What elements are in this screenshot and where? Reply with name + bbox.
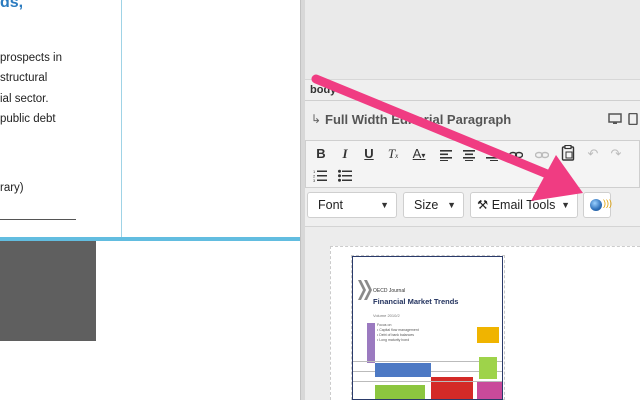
- cover-block: [477, 327, 499, 343]
- source-area[interactable]: [305, 0, 640, 80]
- section-title: Full Width Editorial Paragraph: [325, 112, 512, 127]
- paste-icon[interactable]: [561, 144, 575, 166]
- cover-block: [367, 323, 375, 363]
- cover-block: [477, 381, 502, 399]
- globe-icon: [590, 199, 602, 211]
- bulleted-list-icon[interactable]: [338, 169, 352, 187]
- chevron-down-icon: ▼: [447, 200, 456, 210]
- tools-icon: ⚒: [477, 198, 489, 212]
- align-right-icon[interactable]: [486, 148, 498, 166]
- cover-kicker: OECD Journal: [373, 288, 406, 294]
- cover-block: [375, 385, 425, 399]
- numbered-list-icon[interactable]: 123: [313, 169, 327, 187]
- link-icon[interactable]: [508, 148, 524, 166]
- email-tools-label: Email Tools: [491, 198, 556, 212]
- chevron-down-icon: ▼: [380, 200, 389, 210]
- unlink-icon[interactable]: [534, 148, 550, 166]
- preview-line: structural: [0, 72, 48, 84]
- oecd-chevron-logo: [358, 280, 372, 300]
- font-color-icon[interactable]: A▾: [407, 145, 431, 165]
- signal-icon: ))): [603, 198, 612, 208]
- journal-cover-image[interactable]: OECD Journal Financial Market Trends Vol…: [352, 256, 503, 400]
- italic-icon[interactable]: I: [336, 145, 354, 163]
- image-placeholder: [0, 241, 96, 341]
- size-dropdown[interactable]: Size ▼: [403, 192, 464, 218]
- preview-title: ds,: [0, 0, 24, 11]
- align-left-icon[interactable]: [440, 148, 452, 166]
- preview-line: rary): [0, 182, 24, 194]
- cover-block: [375, 363, 431, 377]
- preview-line: public debt: [0, 113, 56, 125]
- bold-icon[interactable]: B: [312, 145, 330, 163]
- chevron-down-icon: ▼: [561, 200, 570, 210]
- svg-text:3: 3: [313, 178, 316, 182]
- cover-focus-list: Focus on • Capital flow management • Deb…: [377, 323, 419, 343]
- cover-volume: Volume 2010/2: [373, 313, 400, 318]
- underline-icon[interactable]: U: [360, 145, 378, 163]
- email-tools-dropdown[interactable]: ⚒ Email Tools ▼: [470, 192, 578, 218]
- preview-line: ial sector.: [0, 93, 49, 105]
- font-dropdown[interactable]: Font ▼: [307, 192, 397, 218]
- clear-format-icon[interactable]: Tx: [384, 145, 402, 165]
- undo-icon[interactable]: ↶: [584, 145, 602, 163]
- desktop-view-icon[interactable]: [608, 113, 622, 128]
- font-dropdown-label: Font: [318, 198, 344, 212]
- mobile-view-icon[interactable]: [628, 112, 638, 128]
- globe-link-button[interactable]: ))): [583, 192, 612, 218]
- cover-title: Financial Market Trends: [373, 297, 459, 306]
- align-center-icon[interactable]: [463, 148, 475, 166]
- cover-focus-line: • Long maturity bond: [377, 338, 410, 342]
- redo-icon[interactable]: ↷: [607, 145, 625, 163]
- element-path-label[interactable]: body: [310, 84, 336, 96]
- article-preview: ds, prospects in structural ial sector. …: [0, 0, 300, 400]
- cover-block: [479, 357, 497, 379]
- return-arrow-icon: ↳: [311, 112, 322, 126]
- signature-rule: [0, 219, 76, 220]
- preview-line: prospects in: [0, 52, 63, 64]
- panel-divider: [305, 100, 640, 101]
- size-dropdown-label: Size: [414, 198, 439, 212]
- cover-rule: [353, 381, 502, 382]
- column-divider: [121, 0, 122, 237]
